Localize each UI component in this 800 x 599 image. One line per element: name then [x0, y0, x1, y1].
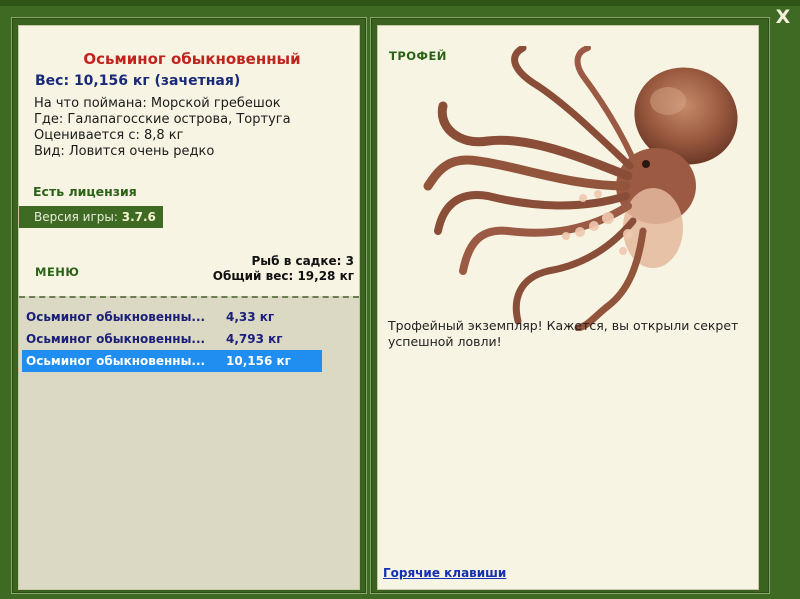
- list-item-weight: 4,33 кг: [226, 310, 275, 324]
- cage-total-weight: Общий вес: 19,28 кг: [212, 269, 354, 283]
- list-item-name: Осьминог обыкновенны...: [26, 332, 206, 346]
- fish-title: Осьминог обыкновенный: [83, 50, 301, 68]
- version-value: 3.7.6: [121, 210, 156, 224]
- cage-summary: Рыб в садке: 3 Общий вес: 19,28 кг: [213, 254, 354, 284]
- location-line: Где: Галапагосские острова, Тортуга: [34, 112, 291, 127]
- close-icon[interactable]: X: [772, 6, 794, 28]
- trophy-panel: ТРОФЕЙ Трофейный экземпляр! Кажется, вы …: [377, 25, 759, 590]
- game-version: Версия игры: 3.7.6: [19, 206, 163, 228]
- menu-button[interactable]: МЕНЮ: [35, 265, 79, 279]
- rarity-line: Вид: Ловится очень редко: [34, 144, 215, 159]
- license-status: Есть лицензия: [33, 184, 137, 199]
- list-item[interactable]: Осьминог обыкновенны... 4,793 кг: [22, 328, 322, 350]
- list-item[interactable]: Осьминог обыкновенны... 4,33 кг: [22, 306, 322, 328]
- hotkeys-link[interactable]: Горячие клавиши: [383, 566, 506, 580]
- list-item-name: Осьминог обыкновенны...: [26, 354, 206, 368]
- list-item-weight: 4,793 кг: [226, 332, 283, 346]
- trophy-description: Трофейный экземпляр! Кажется, вы открыли…: [388, 318, 739, 349]
- version-label: Версия игры:: [34, 210, 118, 224]
- catch-list: Осьминог обыкновенны... 4,33 кг Осьминог…: [19, 296, 359, 589]
- octopus-image: [423, 46, 738, 331]
- window-top-strip: [0, 0, 800, 6]
- fish-weight: Вес: 10,156 кг (зачетная): [35, 73, 241, 89]
- list-item-weight: 10,156 кг: [226, 354, 291, 368]
- cage-count: Рыб в садке: 3: [251, 254, 355, 268]
- fish-info-panel: Осьминог обыкновенный Вес: 10,156 кг (за…: [18, 25, 360, 590]
- list-item-selected[interactable]: Осьминог обыкновенны... 10,156 кг: [22, 350, 322, 372]
- value-line: Оценивается с: 8,8 кг: [34, 128, 184, 143]
- list-item-name: Осьминог обыкновенны...: [26, 310, 206, 324]
- bait-line: На что поймана: Морской гребешок: [34, 96, 281, 111]
